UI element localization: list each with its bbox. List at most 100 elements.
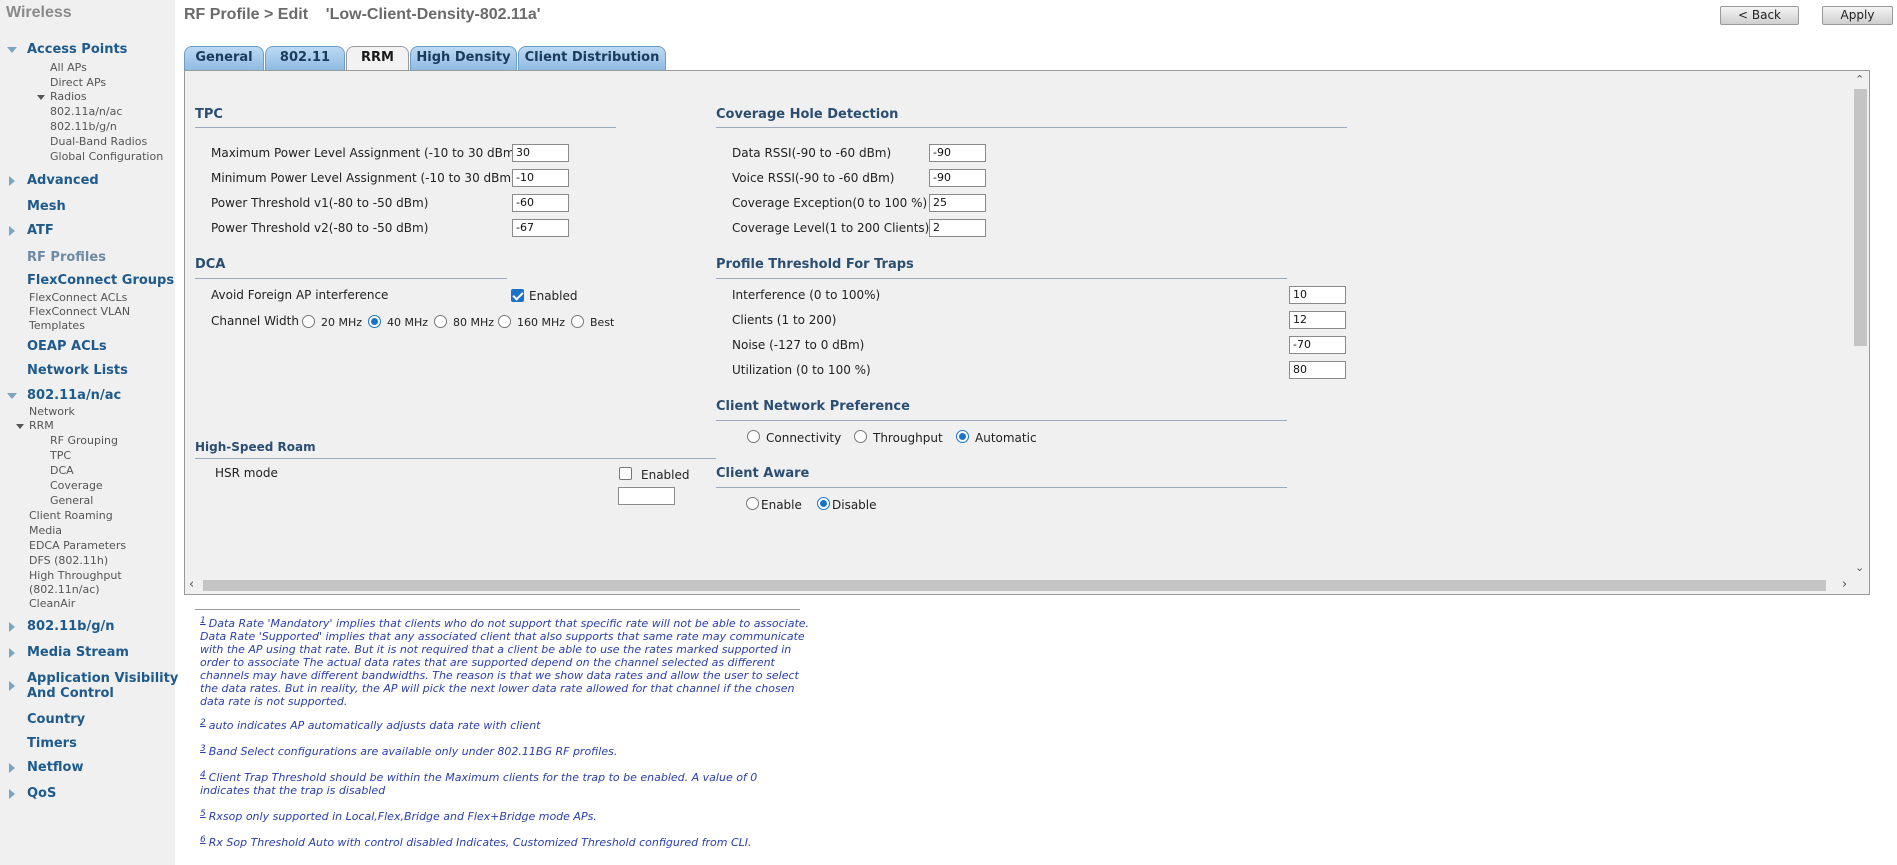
sidebar-item-band-b[interactable]: 802.11b/g/n <box>27 619 115 634</box>
sidebar-item-dfs[interactable]: DFS (802.11h) <box>29 554 108 567</box>
hsr-mode-checkbox[interactable] <box>619 467 632 480</box>
pref-connectivity-radio[interactable] <box>747 430 760 443</box>
dca-avoid-checkbox[interactable] <box>511 289 524 302</box>
sidebar-item-network[interactable]: Network <box>29 405 75 418</box>
sidebar-item-high-throughput[interactable]: High Throughput <box>29 569 122 582</box>
sidebar-item-advanced[interactable]: Advanced <box>27 173 99 188</box>
chevron-down-icon[interactable] <box>37 95 45 100</box>
sidebar-item-media[interactable]: Media <box>29 524 62 537</box>
coverage-exception-input[interactable]: 25 <box>929 194 986 212</box>
sidebar-item-avc[interactable]: Application Visibility <box>27 671 178 686</box>
tpc-v1-input[interactable]: -60 <box>512 194 569 212</box>
chevron-right-icon[interactable] <box>9 789 15 799</box>
sidebar-item-rrm[interactable]: RRM <box>29 419 54 432</box>
pref-automatic-radio[interactable] <box>956 430 969 443</box>
sidebar-item-band-a[interactable]: 802.11a/n/ac <box>27 388 121 403</box>
sidebar-item-radios[interactable]: Radios <box>50 90 87 103</box>
noise-input[interactable]: -70 <box>1289 336 1346 354</box>
width-160-radio[interactable] <box>498 315 511 328</box>
width-80-radio[interactable] <box>434 315 447 328</box>
sidebar-item-network-lists[interactable]: Network Lists <box>27 363 128 378</box>
footnote-6-number[interactable]: 6 <box>200 835 206 845</box>
back-button[interactable]: < Back <box>1720 6 1799 25</box>
width-40-radio[interactable] <box>368 315 381 328</box>
sidebar-item-rf-grouping[interactable]: RF Grouping <box>50 434 118 447</box>
sidebar-item-country[interactable]: Country <box>27 712 85 727</box>
sidebar-item-radio-a[interactable]: 802.11a/n/ac <box>50 105 122 118</box>
footnote-3-number[interactable]: 3 <box>200 744 206 754</box>
interference-input[interactable]: 10 <box>1289 286 1346 304</box>
footnote-5-number[interactable]: 5 <box>200 809 206 819</box>
clients-input[interactable]: 12 <box>1289 311 1346 329</box>
sidebar-item-access-points[interactable]: Access Points <box>27 42 127 57</box>
sidebar-item-dual-band[interactable]: Dual-Band Radios <box>50 135 147 148</box>
sidebar-item-oeap-acls[interactable]: OEAP ACLs <box>27 339 107 354</box>
sidebar-item-rf-profiles[interactable]: RF Profiles <box>27 250 106 265</box>
hsr-partial-input[interactable] <box>618 487 675 505</box>
sidebar-item-edca[interactable]: EDCA Parameters <box>29 539 126 552</box>
chevron-right-icon[interactable] <box>9 681 15 691</box>
voice-rssi-input[interactable]: -90 <box>929 169 986 187</box>
footnote-1-number[interactable]: 1 <box>200 616 206 626</box>
sidebar-item-flexconnect-acls[interactable]: FlexConnect ACLs <box>29 291 127 304</box>
sidebar-item-all-aps[interactable]: All APs <box>50 61 87 74</box>
sidebar-item-flexconnect-vlan-templates[interactable]: Templates <box>29 319 85 332</box>
horizontal-scroll-thumb[interactable] <box>203 580 1826 591</box>
sidebar-item-netflow[interactable]: Netflow <box>27 760 84 775</box>
tab-high-density[interactable]: High Density <box>410 46 517 70</box>
scroll-down-icon[interactable]: ⌄ <box>1855 561 1864 575</box>
chevron-right-icon[interactable] <box>9 226 15 236</box>
utilization-input[interactable]: 80 <box>1289 361 1346 379</box>
sidebar-item-client-roaming[interactable]: Client Roaming <box>29 509 113 522</box>
scroll-left-icon[interactable]: ‹ <box>189 578 194 592</box>
sidebar-item-avc-sub[interactable]: And Control <box>27 686 114 701</box>
tpc-min-input[interactable]: -10 <box>512 169 569 187</box>
pref-throughput-radio[interactable] <box>854 430 867 443</box>
coverage-level-input[interactable]: 2 <box>929 219 986 237</box>
client-aware-disable-radio[interactable] <box>817 497 830 510</box>
apply-button[interactable]: Apply <box>1822 6 1893 25</box>
client-aware-enable-radio[interactable] <box>746 497 759 510</box>
chevron-down-icon[interactable] <box>7 47 17 53</box>
sidebar-item-flexconnect-vlan[interactable]: FlexConnect VLAN <box>29 305 130 318</box>
tab-general[interactable]: General <box>184 46 264 70</box>
chevron-right-icon[interactable] <box>9 176 15 186</box>
chevron-right-icon[interactable] <box>9 648 15 658</box>
tab-80211[interactable]: 802.11 <box>265 46 345 70</box>
vertical-scroll-thumb[interactable] <box>1854 89 1867 346</box>
tab-client-distribution[interactable]: Client Distribution <box>518 46 666 70</box>
tpc-v2-input[interactable]: -67 <box>512 219 569 237</box>
sidebar-item-radio-b[interactable]: 802.11b/g/n <box>50 120 117 133</box>
sidebar-item-cleanair[interactable]: CleanAir <box>29 597 75 610</box>
sidebar-item-general[interactable]: General <box>50 494 93 507</box>
channel-width-label: Channel Width <box>211 314 299 328</box>
pref-connectivity-label: Connectivity <box>766 431 842 445</box>
width-20-radio[interactable] <box>302 315 315 328</box>
tpc-max-input[interactable]: 30 <box>512 144 569 162</box>
sidebar-item-dca[interactable]: DCA <box>50 464 74 477</box>
sidebar-item-global-config[interactable]: Global Configuration <box>50 150 163 163</box>
scroll-right-icon[interactable]: › <box>1842 578 1847 592</box>
width-best-radio[interactable] <box>571 315 584 328</box>
sidebar-item-high-throughput-sub[interactable]: (802.11n/ac) <box>29 583 100 596</box>
chevron-down-icon[interactable] <box>16 424 24 429</box>
sidebar-item-atf[interactable]: ATF <box>27 223 54 238</box>
horizontal-scrollbar[interactable]: ‹ › <box>185 577 1869 594</box>
chevron-down-icon[interactable] <box>7 393 17 399</box>
sidebar-item-tpc[interactable]: TPC <box>50 449 71 462</box>
sidebar-item-media-stream[interactable]: Media Stream <box>27 645 129 660</box>
data-rssi-input[interactable]: -90 <box>929 144 986 162</box>
sidebar-item-direct-aps[interactable]: Direct APs <box>50 76 106 89</box>
sidebar-item-timers[interactable]: Timers <box>27 736 77 751</box>
footnote-2-number[interactable]: 2 <box>200 718 206 728</box>
vertical-scrollbar[interactable]: ⌃ ⌄ <box>1852 71 1869 579</box>
chevron-right-icon[interactable] <box>9 763 15 773</box>
sidebar-item-mesh[interactable]: Mesh <box>27 199 66 214</box>
tab-rrm[interactable]: RRM <box>346 46 409 71</box>
footnote-4-number[interactable]: 4 <box>200 770 206 780</box>
sidebar-item-flexconnect-groups[interactable]: FlexConnect Groups <box>27 273 174 288</box>
sidebar-item-qos[interactable]: QoS <box>27 786 56 801</box>
chevron-right-icon[interactable] <box>9 622 15 632</box>
sidebar-item-coverage[interactable]: Coverage <box>50 479 103 492</box>
scroll-up-icon[interactable]: ⌃ <box>1855 73 1864 87</box>
